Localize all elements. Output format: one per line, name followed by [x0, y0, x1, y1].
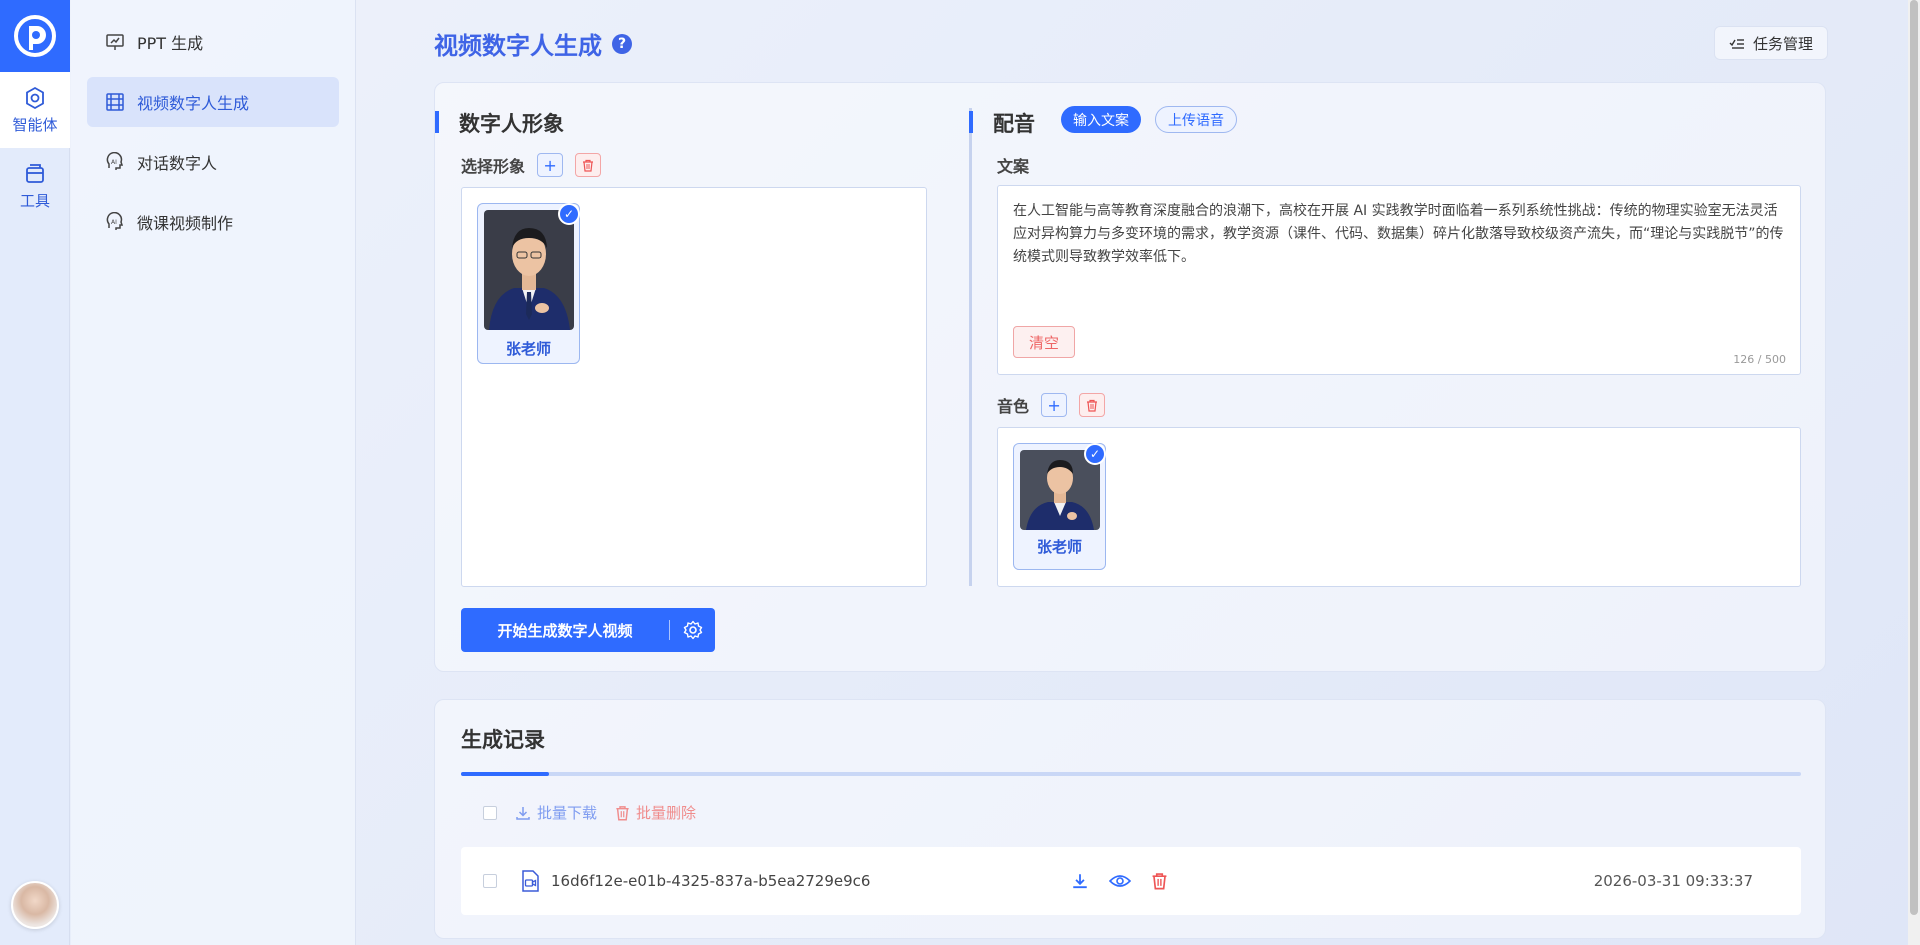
delete-icon[interactable]	[1151, 872, 1168, 890]
voice-row: 音色 +	[997, 393, 1106, 417]
voice-name: 张老师	[1036, 538, 1082, 556]
sidebar-item-chat-avatar[interactable]: AI 对话数字人	[87, 137, 339, 187]
video-file-icon	[522, 870, 539, 892]
row-checkbox[interactable]	[483, 874, 497, 888]
char-count: 126 / 500	[1733, 353, 1786, 366]
ai-head-icon: AI	[106, 212, 124, 230]
voice-card[interactable]: 张老师 ✓	[1013, 443, 1106, 570]
download-icon[interactable]	[1071, 872, 1089, 890]
batch-download-label: 批量下载	[537, 804, 598, 822]
dubbing-section-title: 配音	[969, 108, 1035, 138]
rail-item-label: 智能体	[12, 115, 58, 134]
sidebar-item-ppt[interactable]: PPT 生成	[87, 17, 339, 67]
generation-card: 数字人形象 选择形象 + 张老师 ✓ 配音 输入文案 上传语音 文案 在人工智能…	[434, 82, 1826, 672]
sidebar: PPT 生成 视频数字人生成 AI 对话数字人 AI 微课视频制作	[71, 0, 356, 945]
left-rail: 智能体 工具	[0, 0, 70, 945]
trash-icon	[1087, 399, 1098, 412]
voice-label: 音色	[997, 397, 1030, 416]
file-name: 16d6f12e-e01b-4325-837a-b5ea2729e9c6	[551, 872, 871, 890]
records-tab-active-indicator	[461, 772, 549, 776]
section-divider	[969, 108, 972, 586]
selected-check-icon: ✓	[558, 203, 580, 225]
figure-card[interactable]: 张老师 ✓	[477, 203, 580, 364]
table-row[interactable]: 16d6f12e-e01b-4325-837a-b5ea2729e9c6 202…	[461, 847, 1801, 915]
page-title-text: 视频数字人生成	[434, 32, 602, 60]
user-avatar[interactable]	[11, 881, 59, 929]
task-button-label: 任务管理	[1752, 34, 1813, 53]
script-text[interactable]: 在人工智能与高等教育深度融合的浪潮下，高校在开展 AI 实践教学时面临着一系列系…	[1013, 200, 1788, 269]
tab-input-text[interactable]: 输入文案	[1061, 106, 1141, 133]
scrollbar-thumb[interactable]	[1910, 0, 1918, 915]
generate-video-button[interactable]: 开始生成数字人视频	[461, 608, 715, 652]
delete-voice-button[interactable]	[1079, 393, 1106, 417]
tab-upload-voice[interactable]: 上传语音	[1155, 106, 1237, 133]
delete-figure-button[interactable]	[575, 153, 602, 177]
settings-button[interactable]	[670, 620, 715, 640]
add-voice-button[interactable]: +	[1041, 393, 1068, 417]
records-toolbar: 批量下载 批量删除	[483, 802, 696, 823]
agent-icon	[26, 86, 44, 109]
toolbox-icon	[26, 163, 44, 183]
records-title: 生成记录	[461, 728, 545, 752]
sidebar-item-label: 视频数字人生成	[137, 94, 250, 113]
select-figure-label: 选择形象	[461, 157, 526, 176]
ai-head-icon: AI	[106, 152, 124, 170]
svg-text:AI: AI	[111, 219, 117, 226]
voice-panel: 张老师 ✓	[997, 427, 1801, 587]
add-figure-button[interactable]: +	[537, 153, 564, 177]
help-icon[interactable]: ?	[612, 33, 632, 54]
figure-portrait	[483, 210, 574, 330]
app-logo[interactable]	[0, 0, 70, 72]
rail-item-tools[interactable]: 工具	[0, 148, 70, 224]
sidebar-item-label: 对话数字人	[137, 154, 218, 173]
selected-check-icon: ✓	[1084, 443, 1106, 465]
script-textarea[interactable]: 在人工智能与高等教育深度融合的浪潮下，高校在开展 AI 实践教学时面临着一系列系…	[997, 185, 1801, 375]
row-actions	[1071, 872, 1168, 890]
select-all-checkbox[interactable]	[483, 805, 497, 820]
sidebar-item-label: PPT 生成	[137, 34, 204, 53]
preview-eye-icon[interactable]	[1109, 872, 1131, 890]
download-icon	[516, 806, 530, 820]
page-title: 视频数字人生成 ?	[434, 26, 632, 61]
clear-button[interactable]: 清空	[1013, 326, 1075, 358]
trash-icon	[583, 159, 594, 172]
task-list-icon	[1729, 39, 1744, 49]
batch-delete-label: 批量删除	[636, 804, 697, 822]
records-card: 生成记录 批量下载 批量删除 16d6f12e-e01b-4325-837a-b…	[434, 699, 1826, 939]
gear-icon	[683, 620, 702, 640]
row-timestamp: 2026-03-31 09:33:37	[1593, 872, 1753, 890]
film-icon	[106, 93, 124, 111]
rail-item-label: 工具	[19, 191, 50, 210]
sidebar-item-video-avatar[interactable]: 视频数字人生成	[87, 77, 339, 127]
presentation-icon	[106, 34, 124, 50]
trash-icon	[616, 805, 629, 821]
rail-item-agent[interactable]: 智能体	[0, 72, 70, 148]
page-scrollbar[interactable]	[1908, 0, 1920, 945]
svg-text:AI: AI	[111, 159, 117, 166]
figure-panel: 张老师 ✓	[461, 187, 927, 587]
select-figure-row: 选择形象 +	[461, 153, 602, 177]
sidebar-item-micro-course[interactable]: AI 微课视频制作	[87, 197, 339, 247]
task-management-button[interactable]: 任务管理	[1713, 26, 1828, 60]
logo-icon	[14, 15, 56, 57]
text-label: 文案	[997, 157, 1030, 176]
batch-delete-button[interactable]: 批量删除	[615, 802, 696, 823]
avatar-section-title: 数字人形象	[435, 108, 564, 138]
main-content: 视频数字人生成 ? 任务管理 数字人形象 选择形象 + 张老师 ✓ 配音 输入文…	[434, 0, 1828, 945]
generate-button-label: 开始生成数字人视频	[497, 621, 633, 640]
batch-download-button[interactable]: 批量下载	[515, 802, 597, 823]
records-tab-underline	[461, 772, 1801, 776]
sidebar-item-label: 微课视频制作	[137, 214, 234, 233]
figure-name: 张老师	[505, 340, 551, 358]
